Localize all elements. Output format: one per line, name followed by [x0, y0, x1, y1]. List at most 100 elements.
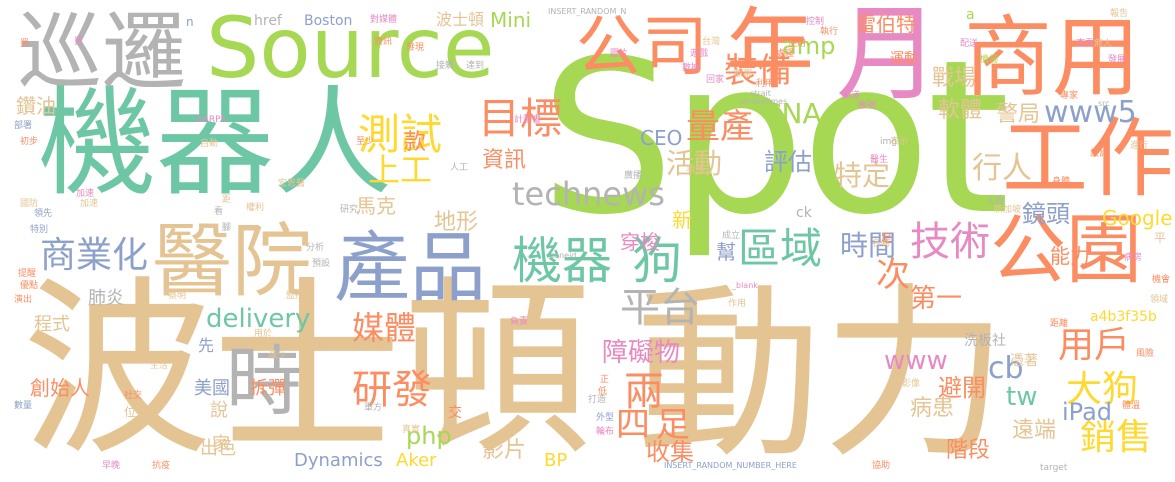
word-shejiao: 社交 — [124, 391, 143, 401]
word-juli: 距離 — [1050, 319, 1069, 329]
word-chuangshiren: 創始人 — [30, 376, 90, 400]
word-shuo: 說 — [210, 400, 228, 421]
word-youxi: 遊戲 — [690, 49, 709, 59]
word-yonghu: 用戶 — [1058, 325, 1131, 366]
word-rengong: 人工 — [450, 163, 469, 173]
word-feiyan: 肺炎 — [88, 288, 124, 309]
word-shiyong: 使用 — [788, 39, 807, 49]
word-a4b3: a4b3f35b — [1090, 309, 1157, 325]
word-sizu: 四足 — [616, 405, 696, 445]
word-make: 馬克 — [356, 194, 396, 218]
word-junfang: 軍方 — [364, 403, 383, 413]
word-chuli: 處理 — [776, 49, 795, 59]
word-yisheng: 醫生 — [870, 155, 889, 165]
word-jiankong: 監控 — [286, 291, 305, 301]
word-tw: tw — [1006, 382, 1038, 412]
word-lingyu: 領域 — [1150, 295, 1169, 305]
word-dixing: 地形 — [434, 210, 479, 235]
word-ruanti: 軟體 — [938, 98, 983, 123]
word-baogao: 報告 — [1110, 9, 1129, 19]
word-darpa: DARPA — [196, 115, 227, 125]
word-yanchu: 演出 — [14, 295, 33, 305]
word-n: n — [186, 15, 194, 29]
word-hongenyi: 宏恩醫 — [278, 179, 306, 189]
word-xunluo: 巡邏 — [18, 3, 187, 101]
word-tiwen: 體溫 — [1122, 401, 1141, 411]
word-waixing: 外型 — [596, 413, 615, 423]
word-aker: Aker — [396, 450, 437, 471]
word-yingxiang: 影像 — [902, 379, 921, 389]
word-zheng: 正 — [600, 375, 610, 385]
word-kuan: 款 — [404, 130, 427, 155]
word-yuanduan: 遠端 — [1012, 418, 1057, 443]
word-binghuan: 病患 — [910, 396, 955, 421]
word-liangchan: 量產 — [686, 107, 754, 147]
word-jingtou: 鏡頭 — [1022, 200, 1070, 228]
word-biaoshi: 表示 — [890, 137, 909, 147]
word-boston: Boston — [304, 13, 353, 29]
word-kangyi: 抗疫 — [152, 461, 171, 471]
word-yongyu: 用於 — [254, 329, 273, 339]
word-mai-2: 買 — [74, 37, 84, 47]
word-zhenshi: 真實 — [402, 425, 421, 435]
word-zixun: 資訊 — [482, 148, 527, 173]
word-yingpian: 影片 — [482, 438, 527, 463]
word-straitstimes: straitstimes — [740, 97, 788, 106]
word-pingtai: 平台 — [620, 285, 700, 331]
word-quyu: 區域 — [738, 224, 823, 273]
word-bushu: 部署 — [14, 121, 33, 131]
word-meiguo: 美國 — [194, 378, 230, 399]
word-jinxing: 進行 — [1130, 141, 1149, 151]
word-duimeiti: 對媒體 — [370, 15, 398, 25]
word-fuze: 負責 — [510, 317, 529, 327]
word-guofang: 國防 — [20, 199, 39, 209]
word-jiao2: 腳 — [222, 223, 232, 233]
word-blank: _blank — [732, 281, 758, 290]
word-zaowan: 早晚 — [102, 461, 121, 471]
word-target: target — [1040, 463, 1068, 473]
word-jishu: 技術 — [910, 219, 990, 265]
word-jieduan: 階段 — [946, 438, 991, 463]
word-xibanshe: 洗板社 — [964, 333, 1006, 349]
word-chengli: 成立 — [722, 231, 741, 241]
word-xingren: 行人 — [972, 151, 1032, 186]
word-zhanghao: 帳號 — [858, 101, 877, 111]
word-ju: 距 — [222, 195, 232, 205]
word-src: src — [1098, 99, 1110, 108]
word-shuliang: 數量 — [14, 401, 33, 411]
word-nengli: 能力 — [1050, 244, 1090, 268]
word-wuren: 無人 — [1094, 39, 1113, 49]
word-jiechu: 接觸 — [436, 61, 455, 71]
word-liyong: 利用 — [756, 79, 775, 89]
word-zixun-small: 資訊 — [374, 37, 393, 47]
word-wei: 位 — [124, 405, 137, 419]
word-peisong: 配送 — [960, 39, 979, 49]
word-zu: 足 — [880, 231, 893, 245]
word-kan: 看 — [214, 207, 224, 217]
word-tixing: 提醒 — [18, 269, 37, 279]
word-www: www — [884, 346, 948, 376]
word-insert-random-n: INSERT_RANDOM_N — [548, 7, 627, 16]
word-lingxian: 領先 — [34, 209, 53, 219]
word-chaidan: 拆彈 — [250, 378, 286, 399]
word-mini: Mini — [490, 8, 532, 32]
word-chuansuo: 穿梭 — [620, 230, 660, 254]
word-insert-random-number: INSERT_RANDOM_NUMBER_HERE — [664, 461, 797, 470]
word-dazao: 打造 — [588, 395, 607, 405]
word-shangyehua: 商業化 — [40, 235, 149, 276]
word-zuanyou: 鑽油 — [16, 94, 56, 118]
word-jiasu: 加速 — [76, 189, 95, 199]
word-leibote: 雷伯特 — [856, 12, 916, 36]
word-ci: 次 — [876, 255, 910, 295]
word-caiming: 蔡明 — [168, 291, 187, 301]
word-tebie: 特別 — [30, 225, 49, 235]
word-a: a — [966, 7, 975, 23]
word-tupian: 圖片 — [610, 49, 629, 59]
word-zhuanjia: 專家 — [1060, 91, 1079, 101]
word-mai: 買 — [20, 39, 30, 49]
word-jiao: 交 — [448, 405, 462, 421]
word-yanjiu: 研究 — [340, 205, 359, 215]
word-lunbu: 輪布 — [596, 427, 615, 437]
word-sheji: 設計 — [1090, 149, 1109, 159]
word-bang: 幫 — [716, 240, 736, 264]
